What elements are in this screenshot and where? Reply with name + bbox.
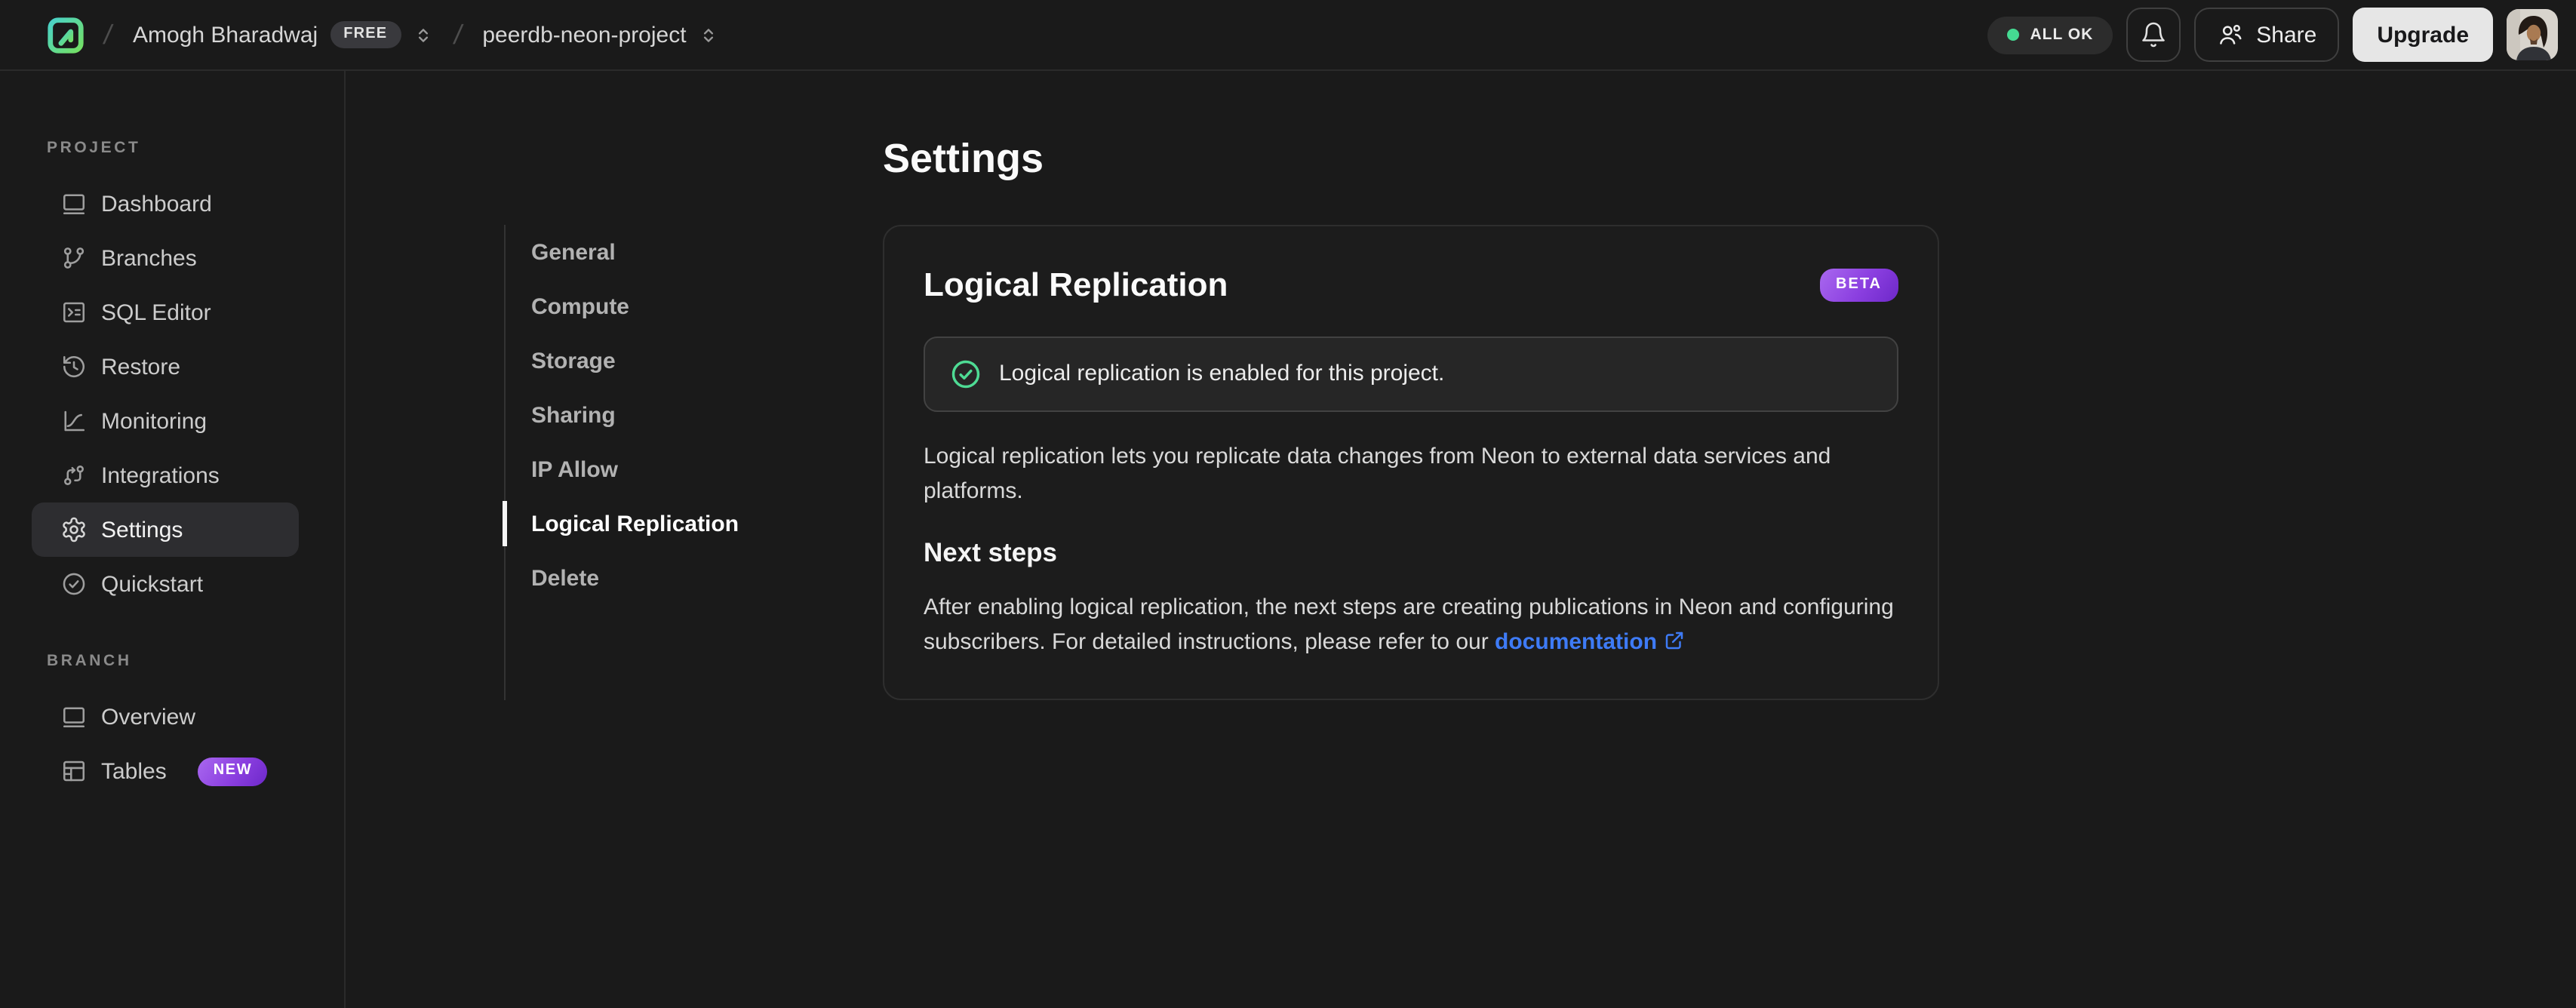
settings-nav-sharing[interactable]: Sharing bbox=[506, 388, 883, 442]
settings-nav-storage[interactable]: Storage bbox=[506, 333, 883, 388]
sidebar-item-integrations[interactable]: Integrations bbox=[32, 448, 299, 502]
settings-nav-ip-allow[interactable]: IP Allow bbox=[506, 442, 883, 496]
project-switcher[interactable]: peerdb-neon-project bbox=[479, 16, 721, 54]
breadcrumb: / Amogh Bharadwaj FREE / peerdb-neon-pro… bbox=[45, 14, 721, 55]
sidebar-item-monitoring[interactable]: Monitoring bbox=[32, 394, 299, 448]
org-name: Amogh Bharadwaj bbox=[133, 22, 318, 48]
sidebar-item-label: Settings bbox=[101, 517, 183, 542]
branches-icon bbox=[63, 247, 85, 269]
user-avatar[interactable] bbox=[2507, 9, 2558, 60]
sidebar-section-gap bbox=[0, 611, 344, 652]
sidebar-item-label: Branches bbox=[101, 245, 197, 271]
quickstart-check-icon bbox=[63, 573, 85, 595]
top-bar-actions: ALL OK Share Upgrade bbox=[1987, 8, 2558, 62]
sidebar: PROJECT Dashboard Branches SQL Editor Re… bbox=[0, 71, 346, 1008]
sidebar-item-restore[interactable]: Restore bbox=[32, 340, 299, 394]
sidebar-item-settings[interactable]: Settings bbox=[32, 502, 299, 557]
sidebar-item-label: SQL Editor bbox=[101, 300, 211, 325]
sidebar-item-label: Dashboard bbox=[101, 191, 212, 217]
sidebar-item-label: Quickstart bbox=[101, 571, 204, 597]
sidebar-item-label: Tables bbox=[101, 758, 167, 784]
upgrade-button[interactable]: Upgrade bbox=[2353, 8, 2493, 62]
monitoring-icon bbox=[64, 410, 85, 432]
sidebar-item-branches[interactable]: Branches bbox=[32, 231, 299, 285]
status-badge[interactable]: ALL OK bbox=[1987, 16, 2113, 54]
breadcrumb-separator: / bbox=[450, 19, 465, 49]
new-badge: NEW bbox=[198, 757, 268, 785]
main-content: Settings General Compute Storage Sharing… bbox=[346, 71, 2576, 1008]
sidebar-item-tables[interactable]: Tables NEW bbox=[32, 744, 299, 798]
next-steps-body: After enabling logical replication, the … bbox=[924, 595, 1894, 655]
page-title: Settings bbox=[883, 136, 1044, 181]
documentation-link[interactable]: documentation bbox=[1495, 629, 1657, 655]
alert-text: Logical replication is enabled for this … bbox=[999, 361, 1445, 386]
notifications-button[interactable] bbox=[2126, 8, 2181, 62]
settings-nav-delete[interactable]: Delete bbox=[506, 551, 883, 605]
settings-nav-compute[interactable]: Compute bbox=[506, 279, 883, 333]
top-bar: / Amogh Bharadwaj FREE / peerdb-neon-pro… bbox=[0, 0, 2576, 71]
sidebar-section-project: PROJECT bbox=[47, 139, 141, 157]
tables-icon bbox=[63, 761, 85, 782]
success-alert: Logical replication is enabled for this … bbox=[924, 337, 1898, 412]
chevrons-up-down-icon bbox=[418, 28, 428, 41]
card-header: Logical Replication BETA bbox=[924, 264, 1898, 306]
settings-gear-icon bbox=[63, 517, 85, 542]
check-circle-icon bbox=[951, 360, 980, 389]
next-steps-title: Next steps bbox=[924, 537, 1058, 567]
integrations-icon bbox=[64, 466, 84, 485]
plan-badge: FREE bbox=[330, 21, 401, 48]
share-label: Share bbox=[2256, 22, 2317, 48]
sidebar-item-label: Overview bbox=[101, 704, 196, 730]
card-title: Logical Replication bbox=[924, 266, 1228, 303]
sql-editor-icon bbox=[63, 302, 85, 323]
breadcrumb-separator: / bbox=[101, 19, 115, 49]
settings-nav-logical-replication[interactable]: Logical Replication bbox=[503, 496, 883, 551]
avatar-photo bbox=[2507, 9, 2558, 60]
external-link-icon bbox=[1665, 632, 1683, 650]
app-window: / Amogh Bharadwaj FREE / peerdb-neon-pro… bbox=[0, 0, 2576, 1008]
status-label: ALL OK bbox=[2030, 26, 2094, 44]
chevrons-up-down-icon bbox=[703, 28, 713, 41]
status-dot-icon bbox=[2007, 29, 2020, 41]
app-body: PROJECT Dashboard Branches SQL Editor Re… bbox=[0, 71, 2576, 1008]
bell-icon bbox=[2142, 22, 2166, 48]
sidebar-item-label: Restore bbox=[101, 354, 181, 380]
settings-nav: General Compute Storage Sharing IP Allow… bbox=[503, 225, 883, 700]
users-icon bbox=[2220, 24, 2242, 45]
neon-logo-icon[interactable] bbox=[45, 14, 86, 55]
sidebar-item-quickstart[interactable]: Quickstart bbox=[32, 557, 299, 611]
sidebar-section-branch: BRANCH bbox=[47, 652, 132, 670]
beta-badge: BETA bbox=[1819, 269, 1898, 302]
next-steps-text: After enabling logical replication, the … bbox=[924, 590, 1898, 659]
org-switcher[interactable]: Amogh Bharadwaj FREE bbox=[130, 15, 435, 54]
restore-icon bbox=[63, 355, 85, 378]
logical-replication-card: Logical Replication BETA Logical replica… bbox=[883, 225, 1939, 700]
sidebar-item-label: Integrations bbox=[101, 463, 220, 488]
sidebar-item-sql-editor[interactable]: SQL Editor bbox=[32, 285, 299, 340]
sidebar-item-overview[interactable]: Overview bbox=[32, 690, 299, 744]
description-text: Logical replication lets you replicate d… bbox=[924, 444, 1831, 504]
share-button[interactable]: Share bbox=[2194, 8, 2340, 62]
project-name: peerdb-neon-project bbox=[482, 22, 687, 48]
sidebar-item-dashboard[interactable]: Dashboard bbox=[32, 177, 299, 231]
settings-content: General Compute Storage Sharing IP Allow… bbox=[503, 225, 2576, 700]
sidebar-item-label: Monitoring bbox=[101, 408, 207, 434]
dashboard-icon bbox=[63, 194, 85, 215]
overview-icon bbox=[63, 707, 85, 728]
settings-nav-general[interactable]: General bbox=[506, 225, 883, 279]
